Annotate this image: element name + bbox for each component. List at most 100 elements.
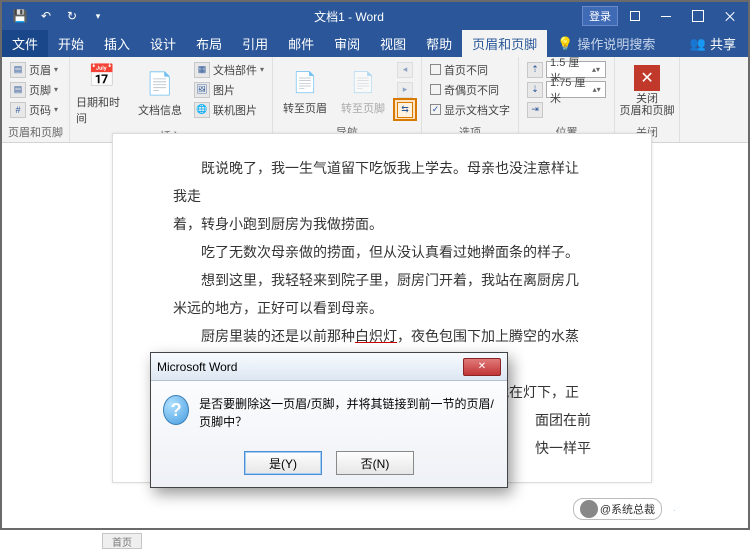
checkbox-icon <box>430 84 441 95</box>
save-icon[interactable]: 💾 <box>8 5 32 27</box>
dialog-no-button[interactable]: 否(N) <box>336 451 414 475</box>
tab-layout[interactable]: 布局 <box>186 30 232 57</box>
link-previous-icon: ⇆ <box>397 102 413 118</box>
dialog-close-icon[interactable]: ✕ <box>463 358 501 376</box>
watermark: @系统总裁 系统总载 <box>573 496 740 522</box>
header-label: 页眉 <box>29 62 51 78</box>
header-icon: ▤ <box>10 62 26 78</box>
question-icon: ? <box>163 395 189 425</box>
goto-footer-icon: 📄 <box>347 66 379 98</box>
document-area: 既说晚了，我一生气道留下吃饭我上学去。母亲也没注意样让我走 着，转身小跑到厨房为… <box>2 143 748 528</box>
dialog-yes-button[interactable]: 是(Y) <box>244 451 322 475</box>
show-doc-text-checkbox[interactable]: ✓显示文档文字 <box>428 100 512 119</box>
tab-view[interactable]: 视图 <box>370 30 416 57</box>
quickparts-icon: ▦ <box>194 62 210 78</box>
docinfo-icon: 📄 <box>144 68 176 100</box>
close-hf-button[interactable]: ✕关闭 页眉和页脚 <box>621 60 673 122</box>
quickparts-button[interactable]: ▦文档部件▾ <box>192 60 266 79</box>
show-text-label: 显示文档文字 <box>444 102 510 118</box>
group-options: 首页不同 奇偶页不同 ✓显示文档文字 选项 <box>422 57 519 142</box>
title-bar: 💾 ↶ ↻ ▾ 文档1 - Word 登录 <box>2 2 748 30</box>
tell-me-label: 操作说明搜索 <box>577 34 655 53</box>
bulb-icon: 💡 <box>557 36 573 52</box>
dialog-titlebar[interactable]: Microsoft Word ✕ <box>151 353 507 381</box>
pagenum-icon: # <box>10 102 26 118</box>
footer-label: 页脚 <box>29 82 51 98</box>
footer-button[interactable]: ▤页脚▾ <box>8 80 60 99</box>
doc-line: 吃了无数次母亲做的捞面，但从没认真看过她擀面条的样子。 <box>173 238 591 266</box>
datetime-button[interactable]: 📅日期和时间 <box>76 60 128 126</box>
checkbox-icon <box>430 64 441 75</box>
redo-icon[interactable]: ↻ <box>60 5 84 27</box>
insert-align-tab[interactable]: ⇥ <box>525 100 608 119</box>
footer-from-bottom[interactable]: ⇣1.75 厘米▴▾ <box>525 80 608 99</box>
group-navigation: 📄转至页眉 📄转至页脚 ◂ ▸ ⇆ 导航 <box>273 57 422 142</box>
header-button[interactable]: ▤页眉▾ <box>8 60 60 79</box>
online-picture-button[interactable]: 🌐联机图片 <box>192 100 266 119</box>
doc-line: 既说晚了，我一生气道留下吃饭我上学去。母亲也没注意样让我走 <box>173 154 591 210</box>
maximize-icon[interactable] <box>684 5 712 27</box>
confirm-dialog: Microsoft Word ✕ ? 是否要删除这一页眉/页脚，并将其链接到前一… <box>150 352 508 488</box>
goto-header-icon: 📄 <box>289 66 321 98</box>
bottom-margin-input[interactable]: 1.75 厘米▴▾ <box>546 81 606 98</box>
picture-label: 图片 <box>213 82 235 98</box>
tab-file[interactable]: 文件 <box>2 30 48 57</box>
online-picture-label: 联机图片 <box>213 102 257 118</box>
dialog-message: 是否要删除这一页眉/页脚，并将其链接到前一节的页眉/页脚中？ <box>199 395 495 431</box>
qa-dropdown-icon[interactable]: ▾ <box>86 5 110 27</box>
picture-icon: 🖼 <box>194 82 210 98</box>
group-insert: 📅日期和时间 📄文档信息 ▦文档部件▾ 🖼图片 🌐联机图片 插入 <box>70 57 273 142</box>
prev-icon: ◂ <box>397 62 413 78</box>
docinfo-button[interactable]: 📄 文档信息 <box>134 60 186 126</box>
tab-align-icon: ⇥ <box>527 102 543 118</box>
next-icon: ▸ <box>397 82 413 98</box>
minimize-icon[interactable] <box>652 5 680 27</box>
picture-button[interactable]: 🖼图片 <box>192 80 266 99</box>
goto-header-label: 转至页眉 <box>283 100 327 116</box>
group-header-footer: ▤页眉▾ ▤页脚▾ #页码▾ 页眉和页脚 <box>2 57 70 142</box>
nav-next-button[interactable]: ▸ <box>395 80 415 99</box>
watermark-handle: @系统总裁 <box>573 498 662 520</box>
quickparts-label: 文档部件 <box>213 62 257 78</box>
ribbon: ▤页眉▾ ▤页脚▾ #页码▾ 页眉和页脚 📅日期和时间 📄 文档信息 ▦文档部件▾… <box>2 57 748 143</box>
docinfo-label: 文档信息 <box>138 102 182 118</box>
pagenum-button[interactable]: #页码▾ <box>8 100 60 119</box>
avatar-icon <box>580 500 598 518</box>
window-close-icon[interactable] <box>716 5 744 27</box>
nav-prev-button[interactable]: ◂ <box>395 60 415 79</box>
quick-access: 💾 ↶ ↻ ▾ <box>2 5 116 27</box>
tab-mailings[interactable]: 邮件 <box>278 30 324 57</box>
datetime-label: 日期和时间 <box>76 94 128 126</box>
tab-design[interactable]: 设计 <box>140 30 186 57</box>
first-page-diff-checkbox[interactable]: 首页不同 <box>428 60 512 79</box>
odd-even-diff-checkbox[interactable]: 奇偶页不同 <box>428 80 512 99</box>
footer-icon: ▤ <box>10 82 26 98</box>
watermark-site: 系统总载 <box>668 496 740 522</box>
undo-icon[interactable]: ↶ <box>34 5 58 27</box>
goto-footer-button[interactable]: 📄转至页脚 <box>337 60 389 122</box>
online-picture-icon: 🌐 <box>194 102 210 118</box>
share-icon: 👥 <box>690 36 706 52</box>
calendar-icon: 📅 <box>86 60 118 92</box>
margin-bottom-icon: ⇣ <box>527 82 543 98</box>
tab-references[interactable]: 引用 <box>232 30 278 57</box>
pagenum-label: 页码 <box>29 102 51 118</box>
goto-header-button[interactable]: 📄 转至页眉 <box>279 60 331 122</box>
tab-header-footer[interactable]: 页眉和页脚 <box>462 30 547 57</box>
close-hf-label: 关闭 页眉和页脚 <box>620 93 675 117</box>
tab-help[interactable]: 帮助 <box>416 30 462 57</box>
login-button[interactable]: 登录 <box>582 6 618 26</box>
tab-home[interactable]: 开始 <box>48 30 94 57</box>
tab-insert[interactable]: 插入 <box>94 30 140 57</box>
group-close: ✕关闭 页眉和页脚 关闭 <box>615 57 680 142</box>
ribbon-tabs: 文件 开始 插入 设计 布局 引用 邮件 审阅 视图 帮助 页眉和页脚 💡操作说… <box>2 30 748 57</box>
share-button[interactable]: 👥共享 <box>678 30 748 57</box>
link-previous-button[interactable]: ⇆ <box>395 100 415 119</box>
dialog-title: Microsoft Word <box>157 360 237 374</box>
first-diff-label: 首页不同 <box>444 62 488 78</box>
group-position: ⇡1.5 厘米▴▾ ⇣1.75 厘米▴▾ ⇥ 位置 <box>519 57 615 142</box>
odd-even-label: 奇偶页不同 <box>444 82 499 98</box>
ribbon-display-icon[interactable] <box>622 11 648 21</box>
tab-review[interactable]: 审阅 <box>324 30 370 57</box>
group-hf-label: 页眉和页脚 <box>8 122 63 142</box>
